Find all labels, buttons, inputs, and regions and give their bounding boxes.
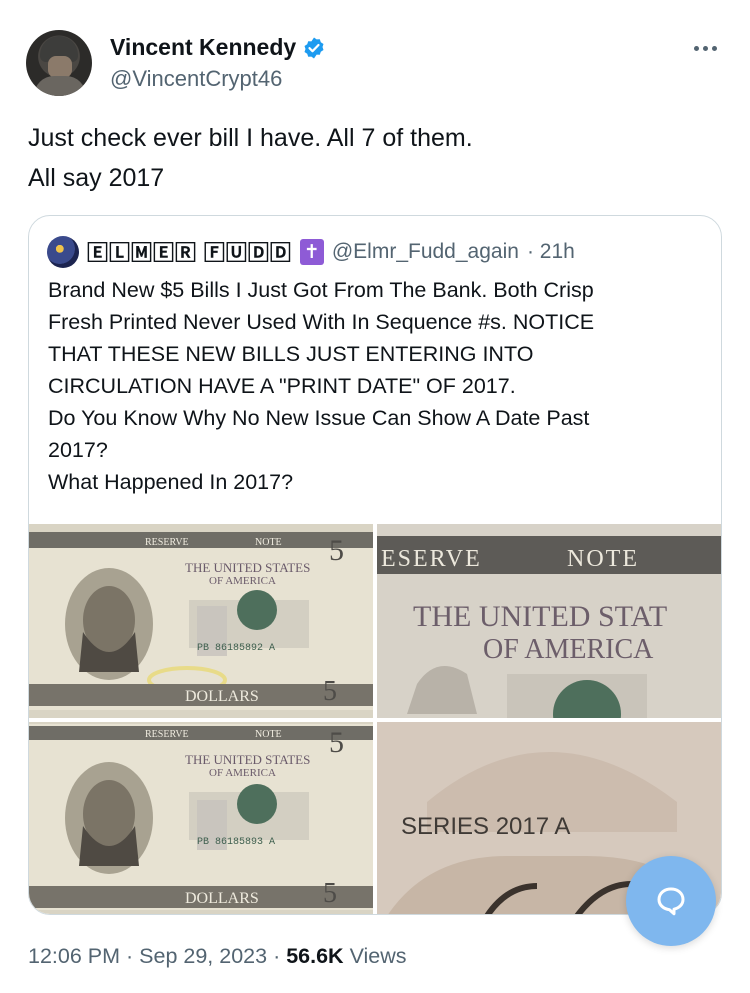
- bill-serial: PB 86185893 A: [197, 837, 275, 848]
- tweet-text: Just check ever bill I have. All 7 of th…: [28, 118, 718, 198]
- quoted-line: THAT THESE NEW BILLS JUST ENTERING INTO: [48, 342, 534, 366]
- views-label: Views: [349, 944, 407, 968]
- svg-text:NOTE: NOTE: [255, 729, 282, 740]
- verified-badge-icon: [302, 36, 326, 60]
- svg-text:5: 5: [323, 676, 337, 707]
- quoted-tweet-text: Brand New $5 Bills I Just Got From The B…: [48, 274, 708, 498]
- author-name-row: Vincent Kennedy: [110, 34, 326, 61]
- quoted-author-avatar[interactable]: [47, 236, 79, 268]
- author-avatar[interactable]: [26, 30, 92, 96]
- chat-bubble-icon: [657, 887, 685, 916]
- bill-serial: PB 86185892 A: [197, 643, 275, 654]
- tweet-meta: 12:06 PM · Sep 29, 2023 · 56.6K Views: [28, 944, 407, 969]
- series-text: SERIES 2017 A: [401, 813, 570, 840]
- quoted-line: Brand New $5 Bills I Just Got From The B…: [48, 278, 594, 302]
- cross-emoji-icon: ✝: [299, 239, 324, 265]
- meta-separator: ·: [126, 944, 140, 968]
- quoted-time[interactable]: · 21h: [527, 240, 575, 264]
- more-icon[interactable]: [688, 36, 722, 60]
- zoom-title: THE UNITED STAT: [413, 600, 667, 633]
- five-numeral: 5: [329, 534, 344, 567]
- svg-text:DOLLARS: DOLLARS: [185, 890, 259, 907]
- svg-text:5: 5: [323, 878, 337, 909]
- svg-text:5: 5: [329, 726, 344, 759]
- zoom-subtitle: OF AMERICA: [483, 634, 654, 665]
- bill-header: THE UNITED STATES: [185, 560, 310, 575]
- tweet-line: All say 2017: [28, 164, 165, 192]
- quoted-author-name[interactable]: 🄴🄻🄼🄴🅁 🄵🅄🄳🄳: [87, 237, 292, 267]
- quoted-tweet[interactable]: 🄴🄻🄼🄴🅁 🄵🅄🄳🄳 ✝ @Elmr_Fudd_again · 21h Bran…: [28, 215, 722, 915]
- quoted-line: 2017?: [48, 438, 108, 462]
- tweet-time[interactable]: 12:06 PM: [28, 944, 120, 968]
- meta-separator: ·: [273, 944, 287, 968]
- quoted-line: CIRCULATION HAVE A "PRINT DATE" OF 2017.: [48, 374, 516, 398]
- svg-text:NOTE: NOTE: [567, 546, 639, 572]
- author-display-name[interactable]: Vincent Kennedy: [110, 34, 296, 61]
- note-label: NOTE: [255, 537, 282, 548]
- tweet-line: Just check ever bill I have. All 7 of th…: [28, 124, 473, 152]
- svg-text:OF AMERICA: OF AMERICA: [209, 767, 276, 779]
- quoted-line: What Happened In 2017?: [48, 470, 294, 494]
- chat-bubble-button[interactable]: [626, 856, 716, 946]
- quoted-tweet-header: 🄴🄻🄼🄴🅁 🄵🅄🄳🄳 ✝ @Elmr_Fudd_again · 21h: [47, 236, 575, 268]
- media-grid: RESERVE NOTE THE UNITED STATES OF AMERIC…: [29, 524, 721, 914]
- bill-closeup-image[interactable]: ESERVE NOTE THE UNITED STAT OF AMERICA: [377, 524, 721, 718]
- zoom-reserve: ESERVE: [381, 546, 482, 572]
- views-count[interactable]: 56.6K: [286, 944, 343, 968]
- quoted-author-handle[interactable]: @Elmr_Fudd_again: [332, 240, 519, 264]
- reserve-label: RESERVE: [145, 537, 189, 548]
- author-handle[interactable]: @VincentCrypt46: [110, 66, 282, 92]
- quoted-line: Fresh Printed Never Used With In Sequenc…: [48, 310, 595, 334]
- dollars-label: DOLLARS: [185, 688, 259, 705]
- bill-subheader: OF AMERICA: [209, 575, 276, 587]
- five-dollar-bill-image[interactable]: RESERVE NOTE THE UNITED STATES OF AMERIC…: [29, 524, 373, 718]
- svg-text:THE UNITED STATES: THE UNITED STATES: [185, 752, 310, 767]
- svg-text:RESERVE: RESERVE: [145, 729, 189, 740]
- tweet-date[interactable]: Sep 29, 2023: [139, 944, 267, 968]
- quoted-line: Do You Know Why No New Issue Can Show A …: [48, 406, 590, 430]
- tweet-header: Vincent Kennedy @VincentCrypt46: [26, 30, 726, 96]
- five-dollar-bill-image[interactable]: RESERVE NOTE THE UNITED STATES OF AMERIC…: [29, 722, 373, 914]
